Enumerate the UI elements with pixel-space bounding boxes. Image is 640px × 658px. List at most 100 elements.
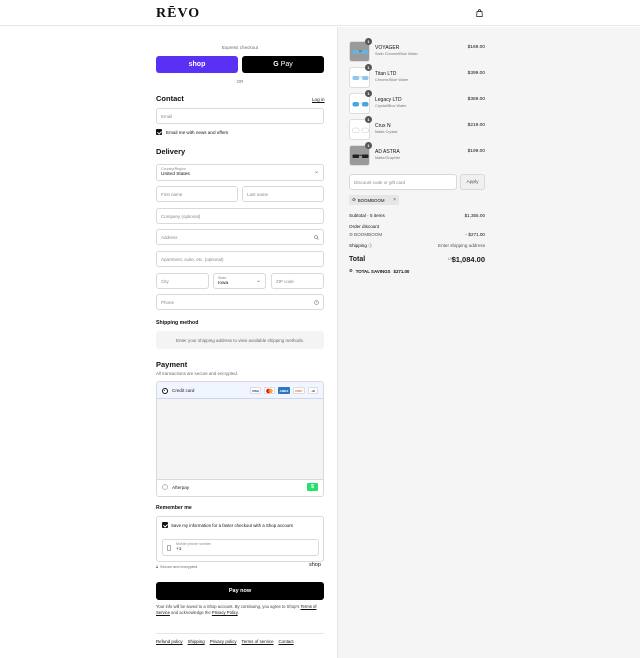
state-select[interactable]: State Iowa ⌄ [213, 273, 266, 289]
google-g-logo: G [273, 61, 279, 68]
tag-icon: ⊘ [349, 232, 353, 237]
company-placeholder: Company (optional) [161, 214, 201, 219]
total-value: $1,084.00 [451, 255, 485, 264]
privacy-policy-link[interactable]: Privacy policy [210, 639, 237, 644]
shop-pay-button[interactable]: shop [156, 56, 238, 73]
apartment-field[interactable]: Apartment, suite, etc. (optional) [156, 251, 324, 267]
product-variant: Crystal/Blue Water [375, 104, 407, 108]
first-name-field[interactable]: First name [156, 186, 238, 202]
address-field[interactable]: Address [156, 229, 324, 245]
first-name-placeholder: First name [161, 192, 183, 197]
fine-print-text: Your info will be saved to a Shop accoun… [156, 604, 300, 609]
save-info-checkbox[interactable] [162, 522, 168, 528]
shopping-bag-icon[interactable] [476, 9, 483, 17]
remember-me-box: Save my information for a faster checkou… [156, 516, 324, 562]
total-label: Total [349, 256, 366, 263]
search-icon [314, 235, 319, 240]
credit-card-option[interactable]: Credit card VISA AMEX DISC +6 [157, 382, 323, 399]
zip-field[interactable]: ZIP code [271, 273, 324, 289]
quantity-badge: 1 [365, 64, 372, 71]
lock-icon: 🔒︎ [156, 565, 159, 569]
country-select[interactable]: Country/Region United States ⌄ [156, 164, 324, 181]
express-checkout-label: Express checkout [221, 45, 259, 50]
product-variant: Matte/Graphite [375, 156, 401, 160]
visa-icon: VISA [250, 387, 261, 394]
product-variant: Chrome/Blue Water [375, 78, 409, 82]
city-field[interactable]: City [156, 273, 209, 289]
subtotal-label: Subtotal · 5 items [349, 213, 385, 218]
privacy-link[interactable]: Privacy Policy [212, 610, 238, 615]
mastercard-icon [264, 387, 275, 394]
refund-policy-link[interactable]: Refund policy [156, 639, 183, 644]
footer-links: Refund policy Shipping Privacy policy Te… [156, 639, 294, 644]
last-name-field[interactable]: Last name [242, 186, 324, 202]
apartment-placeholder: Apartment, suite, etc. (optional) [161, 257, 224, 262]
google-pay-label: Pay [280, 61, 293, 68]
fine-print-end: . [237, 610, 239, 615]
more-cards-badge: +6 [308, 387, 318, 394]
pay-now-button[interactable]: Pay now [156, 582, 324, 600]
applied-discount-chip: ⊘ BOOMBOOM × [349, 195, 399, 205]
discount-code-label: BOOMBOOM [354, 232, 383, 237]
login-link[interactable]: Log in [312, 97, 325, 102]
savings-label: TOTAL SAVINGS [355, 268, 391, 274]
credit-card-label: Credit card [172, 388, 195, 393]
discount-value: - $271.00 [465, 232, 485, 237]
remove-discount-icon[interactable]: × [393, 197, 396, 203]
mobile-phone-value: +1 [176, 547, 182, 552]
state-label: State [218, 276, 227, 280]
secure-note: 🔒︎ Secure and encrypted [156, 565, 197, 569]
phone-placeholder: Phone [161, 300, 175, 305]
payment-subtitle: All transactions are secure and encrypte… [156, 371, 239, 376]
mobile-phone-field[interactable]: Mobile phone number +1 [162, 539, 319, 556]
product-price: $399.00 [467, 71, 485, 76]
total-row: Total USD $1,084.00 [349, 255, 485, 264]
phone-field[interactable]: Phone ? [156, 294, 324, 310]
news-checkbox-label: Email me with news and offers [166, 129, 229, 135]
last-name-placeholder: Last name [247, 192, 269, 197]
help-icon[interactable]: ? [314, 300, 319, 305]
mobile-phone-label: Mobile phone number [176, 542, 211, 546]
city-placeholder: City [161, 279, 169, 284]
terms-of-service-link[interactable]: Terms of service [242, 639, 274, 644]
chevron-down-icon: ⌄ [313, 169, 319, 175]
shop-logo: shop [309, 562, 321, 568]
apply-discount-button[interactable]: Apply [460, 174, 485, 190]
afterpay-radio[interactable] [162, 484, 168, 490]
mobile-phone-icon [167, 545, 171, 551]
discount-code-row: ⊘ BOOMBOOM - $271.00 [349, 232, 485, 238]
payment-options: Credit card VISA AMEX DISC +6 Afterpay $ [156, 381, 324, 497]
afterpay-label[interactable]: Afterpay [172, 485, 189, 490]
google-pay-button[interactable]: G Pay [242, 56, 324, 73]
product-variant: Matte Crystal [375, 130, 398, 134]
remember-me-title: Remember me [156, 505, 192, 511]
help-icon[interactable]: ⓘ [368, 243, 372, 248]
quantity-badge: 1 [365, 38, 372, 45]
email-field[interactable]: Email [156, 108, 324, 124]
tag-icon: ⊘ [349, 268, 353, 273]
news-checkbox[interactable] [156, 129, 162, 135]
product-price: $369.00 [467, 97, 485, 102]
store-logo[interactable]: RĒVO [156, 6, 200, 22]
discover-icon: DISC [293, 387, 305, 394]
discount-code-field[interactable]: Discount code or gift card [349, 174, 457, 190]
amex-icon: AMEX [278, 387, 290, 394]
product-variant: Satin Chrome/Blue Water [375, 52, 418, 56]
email-placeholder: Email [161, 114, 173, 119]
quantity-badge: 1 [365, 90, 372, 97]
summary-item: 1 VOYAGER Satin Chrome/Blue Water $169.0… [349, 38, 485, 63]
discount-placeholder: Discount code or gift card [354, 180, 406, 185]
shipping-label: Shipping [349, 243, 367, 248]
svg-text:?: ? [316, 301, 318, 305]
summary-item: 1 Legacy LTD Crystal/Blue Water $369.00 [349, 90, 485, 115]
header: RĒVO [0, 0, 640, 26]
company-field[interactable]: Company (optional) [156, 208, 324, 224]
contact-link[interactable]: Contact [279, 639, 294, 644]
order-discount-label: Order discount [349, 224, 380, 229]
fine-print: Your info will be saved to a Shop accoun… [156, 604, 324, 616]
shipping-link[interactable]: Shipping [188, 639, 205, 644]
secure-label: Secure and encrypted [160, 565, 198, 569]
credit-card-radio[interactable] [162, 388, 168, 394]
summary-item: 1 Crux N Matte Crystal $219.00 [349, 116, 485, 141]
product-price: $199.00 [467, 149, 485, 154]
